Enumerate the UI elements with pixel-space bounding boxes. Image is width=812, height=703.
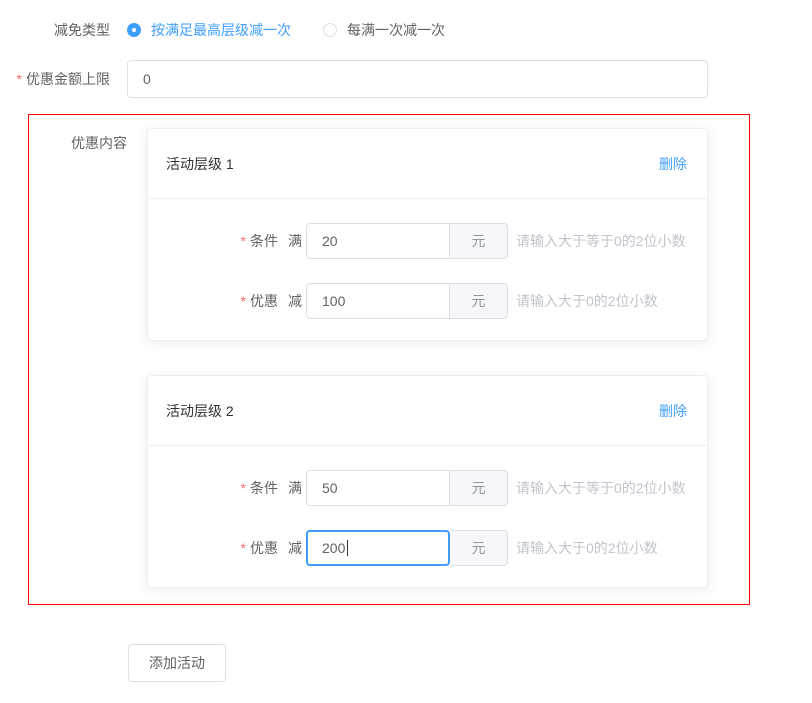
discount-input-group: 元 <box>306 283 508 319</box>
discount-input-focused[interactable] <box>306 530 450 566</box>
discount-prefix: 减 <box>288 538 302 558</box>
tier-delete-link[interactable]: 删除 <box>659 401 687 421</box>
condition-label: *条件 <box>148 231 278 251</box>
required-marker: * <box>17 71 22 87</box>
tier-list: 活动层级 1 删除 *条件 满 元 请输入大于等于0的2位小数 *优惠 <box>147 128 708 588</box>
discount-label-text: 优惠 <box>250 540 278 556</box>
condition-row: *条件 满 元 请输入大于等于0的2位小数 <box>148 470 707 506</box>
radio-option-label[interactable]: 按满足最高层级减一次 <box>151 20 291 40</box>
max-discount-input[interactable] <box>127 60 708 98</box>
condition-label-text: 条件 <box>250 480 278 496</box>
required-marker: * <box>241 480 246 496</box>
radio-unselected-icon[interactable] <box>323 23 337 37</box>
condition-input[interactable] <box>306 470 450 506</box>
max-discount-label-text: 优惠金额上限 <box>26 71 110 87</box>
text-caret <box>347 540 348 556</box>
required-marker: * <box>241 293 246 309</box>
condition-input[interactable] <box>306 223 450 259</box>
radio-option-highest-tier[interactable]: 按满足最高层级减一次 <box>127 20 291 40</box>
reduction-type-label: 减免类型 <box>0 20 127 40</box>
tier-card-2: 活动层级 2 删除 *条件 满 元 请输入大于等于0的2位小数 *优惠 <box>147 375 708 588</box>
required-marker: * <box>241 233 246 249</box>
discount-label: *优惠 <box>148 291 278 311</box>
tier-card-body: *条件 满 元 请输入大于等于0的2位小数 *优惠 减 元 <box>148 199 707 340</box>
radio-selected-icon[interactable] <box>127 23 141 37</box>
discount-input[interactable] <box>306 283 450 319</box>
unit-append: 元 <box>450 530 508 566</box>
promotion-form: 减免类型 按满足最高层级减一次 每满一次减一次 *优惠金额上限 优惠内容 活动层… <box>0 0 812 682</box>
radio-option-label[interactable]: 每满一次减一次 <box>347 20 445 40</box>
condition-label: *条件 <box>148 478 278 498</box>
condition-input-group: 元 <box>306 223 508 259</box>
condition-row: *条件 满 元 请输入大于等于0的2位小数 <box>148 223 707 259</box>
input-hint: 请输入大于等于0的2位小数 <box>516 231 686 251</box>
condition-prefix: 满 <box>288 478 302 498</box>
unit-append: 元 <box>450 223 508 259</box>
input-hint: 请输入大于0的2位小数 <box>516 291 658 311</box>
add-activity-button[interactable]: 添加活动 <box>128 644 226 682</box>
discount-label: *优惠 <box>148 538 278 558</box>
discount-prefix: 减 <box>288 291 302 311</box>
reduction-type-row: 减免类型 按满足最高层级减一次 每满一次减一次 <box>0 20 812 40</box>
unit-append: 元 <box>450 283 508 319</box>
tier-card-header: 活动层级 2 删除 <box>148 376 707 446</box>
condition-prefix: 满 <box>288 231 302 251</box>
discount-row: *优惠 减 元 请输入大于0的2位小数 <box>148 530 707 566</box>
max-discount-row: *优惠金额上限 <box>0 60 812 98</box>
discount-label-text: 优惠 <box>250 293 278 309</box>
required-marker: * <box>241 540 246 556</box>
tier-card-header: 活动层级 1 删除 <box>148 129 707 199</box>
tier-title: 活动层级 2 <box>166 401 234 421</box>
tier-delete-link[interactable]: 删除 <box>659 154 687 174</box>
discount-content-label: 优惠内容 <box>29 128 147 588</box>
unit-append: 元 <box>450 470 508 506</box>
condition-input-group: 元 <box>306 470 508 506</box>
discount-content-section: 优惠内容 活动层级 1 删除 *条件 满 元 请输入大于等于0 <box>28 114 750 605</box>
input-hint: 请输入大于等于0的2位小数 <box>516 478 686 498</box>
tier-title: 活动层级 1 <box>166 154 234 174</box>
tier-card-body: *条件 满 元 请输入大于等于0的2位小数 *优惠 减 元 <box>148 446 707 587</box>
reduction-type-radio-group: 按满足最高层级减一次 每满一次减一次 <box>127 20 477 40</box>
condition-label-text: 条件 <box>250 233 278 249</box>
tier-card-1: 活动层级 1 删除 *条件 满 元 请输入大于等于0的2位小数 *优惠 <box>147 128 708 341</box>
discount-input-group: 元 <box>306 530 508 566</box>
max-discount-label: *优惠金额上限 <box>0 60 127 98</box>
radio-option-every-time[interactable]: 每满一次减一次 <box>323 20 445 40</box>
discount-row: *优惠 减 元 请输入大于0的2位小数 <box>148 283 707 319</box>
input-hint: 请输入大于0的2位小数 <box>516 538 658 558</box>
